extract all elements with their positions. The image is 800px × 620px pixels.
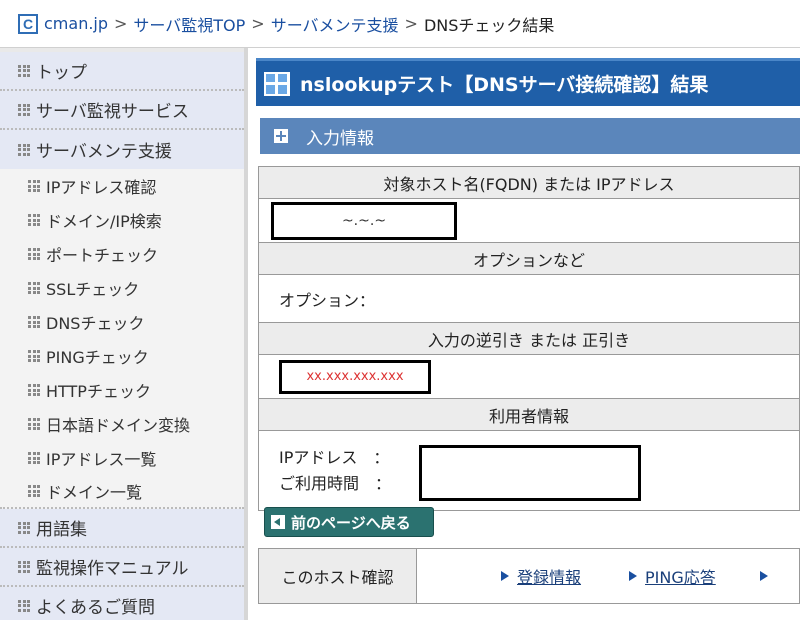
sidebar-item-label: SSLチェック: [46, 280, 140, 299]
grid-icon: [28, 384, 40, 396]
sidebar-item-domain-list[interactable]: ドメイン一覧: [0, 475, 244, 509]
breadcrumb-link-home[interactable]: cman.jp: [44, 14, 108, 33]
grid-icon: [28, 316, 40, 328]
grid-icon: [28, 350, 40, 362]
grid-icon: [28, 180, 40, 192]
grid-icon: [28, 485, 40, 497]
back-arrow-icon: [271, 515, 285, 529]
breadcrumb-current: DNSチェック結果: [423, 15, 555, 35]
host-check-label: このホスト確認: [259, 549, 417, 603]
triangle-right-icon: [759, 571, 768, 581]
section-grid-icon: [274, 129, 288, 143]
triangle-right-icon: [629, 571, 638, 581]
sidebar-item-label: よくあるご質問: [36, 598, 155, 618]
sidebar-item-top[interactable]: トップ: [0, 52, 244, 91]
user-info-labels: IPアドレス ： ご利用時間 ：: [279, 445, 391, 497]
sidebar-item-port-check[interactable]: ポートチェック: [0, 237, 244, 271]
grid-icon: [28, 214, 40, 226]
sidebar-item-label: サーバ監視サービス: [36, 102, 189, 122]
ping-response-link[interactable]: PING応答: [629, 564, 716, 588]
breadcrumb: C cman.jp > サーバ監視TOP > サーバメンテ支援 > DNSチェッ…: [0, 0, 800, 48]
sidebar-item-manual[interactable]: 監視操作マニュアル: [0, 548, 244, 587]
grid-icon: [28, 418, 40, 430]
link-label: 登録情報: [517, 568, 582, 587]
option-header: オプションなど: [258, 242, 800, 275]
sidebar-item-label: サーバメンテ支援: [36, 142, 172, 162]
reverse-value-cell: xx.xxx.xxx.xxx: [258, 354, 800, 399]
sidebar-item-ip-check[interactable]: IPアドレス確認: [0, 169, 244, 203]
grid-icon: [28, 282, 40, 294]
grid-icon: [28, 248, 40, 260]
main-content: nslookupテスト【DNSサーバ接続確認】結果 入力情報 対象ホスト名(FQ…: [252, 48, 800, 620]
page-title: nslookupテスト【DNSサーバ接続確認】結果: [300, 74, 709, 96]
grid-icon: [18, 64, 30, 77]
sidebar-item-label: HTTPチェック: [46, 382, 151, 401]
user-header: 利用者情報: [258, 398, 800, 431]
breadcrumb-link-monitor-top[interactable]: サーバ監視TOP: [133, 12, 245, 36]
next-link[interactable]: [759, 571, 776, 581]
sidebar-item-glossary[interactable]: 用語集: [0, 509, 244, 548]
sidebar-item-ip-list[interactable]: IPアドレス一覧: [0, 441, 244, 475]
breadcrumb-link-maintenance[interactable]: サーバメンテ支援: [271, 12, 399, 36]
sidebar-item-label: IPアドレス一覧: [46, 450, 157, 469]
sidebar-item-label: ポートチェック: [46, 246, 159, 265]
sidebar-item-monitor-service[interactable]: サーバ監視サービス: [0, 91, 244, 130]
redacted-reverse-value: xx.xxx.xxx.xxx: [279, 359, 431, 394]
sidebar-item-label: DNSチェック: [46, 314, 145, 333]
sidebar-item-label: IPアドレス確認: [46, 178, 157, 197]
input-info-table: 対象ホスト名(FQDN) または IPアドレス ~.~.~ オプションなど オプ…: [258, 166, 800, 511]
breadcrumb-separator: >: [404, 14, 418, 33]
site-logo-icon[interactable]: C: [18, 13, 38, 34]
sidebar-item-maintenance[interactable]: サーバメンテ支援: [0, 130, 244, 169]
registration-info-link[interactable]: 登録情報: [501, 564, 581, 588]
sidebar-item-label: PINGチェック: [46, 348, 149, 367]
grid-icon: [18, 143, 30, 156]
redacted-host-value: ~.~.~: [271, 201, 457, 240]
grid-icon: [28, 452, 40, 464]
grid-icon: [18, 560, 30, 573]
section-title: 入力情報: [306, 128, 374, 149]
user-info-cell: IPアドレス ： ご利用時間 ：: [258, 430, 800, 511]
sidebar-item-label: ドメイン/IP検索: [46, 212, 162, 231]
sidebar-item-label: ドメイン一覧: [46, 483, 143, 502]
sidebar: トップ サーバ監視サービス サーバメンテ支援 IPアドレス確認 ドメイン/IP検…: [0, 48, 248, 620]
host-header: 対象ホスト名(FQDN) または IPアドレス: [258, 166, 800, 199]
breadcrumb-separator: >: [251, 14, 265, 33]
sidebar-item-http-check[interactable]: HTTPチェック: [0, 373, 244, 407]
breadcrumb-separator: >: [114, 14, 128, 33]
redacted-user-info: [419, 445, 641, 501]
sidebar-item-ping-check[interactable]: PINGチェック: [0, 339, 244, 373]
sidebar-item-dns-check[interactable]: DNSチェック: [0, 305, 244, 339]
sidebar-item-jp-domain[interactable]: 日本語ドメイン変換: [0, 407, 244, 441]
sidebar-item-faq[interactable]: よくあるご質問: [0, 587, 244, 620]
back-button[interactable]: 前のページへ戻る: [264, 507, 434, 537]
window-grid-icon: [264, 71, 290, 96]
page-title-bar: nslookupテスト【DNSサーバ接続確認】結果: [256, 58, 800, 106]
reverse-header: 入力の逆引き または 正引き: [258, 322, 800, 355]
sidebar-item-domain-ip-search[interactable]: ドメイン/IP検索: [0, 203, 244, 237]
sidebar-item-label: 日本語ドメイン変換: [46, 416, 191, 435]
option-cell: オプション：: [258, 274, 800, 323]
sidebar-item-label: 用語集: [36, 520, 87, 540]
ip-address-label: IPアドレス ：: [279, 447, 390, 467]
grid-icon: [18, 103, 30, 116]
triangle-right-icon: [501, 571, 509, 581]
link-label: PING応答: [645, 568, 716, 587]
host-value-cell: ~.~.~: [258, 198, 800, 243]
sidebar-item-ssl-check[interactable]: SSLチェック: [0, 271, 244, 305]
host-check-bar: このホスト確認 登録情報 PING応答: [258, 548, 800, 604]
usage-time-label: ご利用時間 ：: [279, 473, 392, 493]
sidebar-item-label: 監視操作マニュアル: [36, 559, 189, 579]
grid-icon: [18, 599, 30, 612]
section-header: 入力情報: [260, 118, 800, 154]
sidebar-item-label: トップ: [36, 63, 87, 83]
grid-icon: [18, 521, 30, 534]
option-label: オプション：: [279, 290, 376, 310]
back-button-label: 前のページへ戻る: [291, 513, 411, 532]
